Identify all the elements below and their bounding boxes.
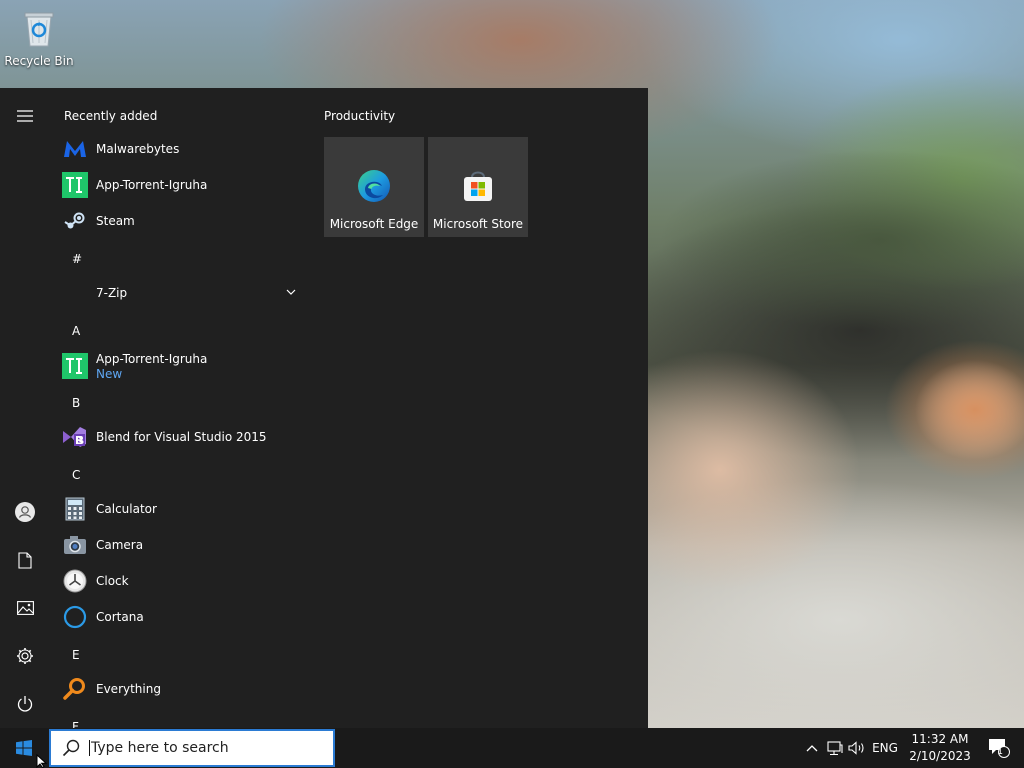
clock-display[interactable]: 11:32 AM 2/10/2023 <box>908 731 972 765</box>
cortana-icon <box>62 604 88 630</box>
volume-button[interactable] <box>846 728 868 768</box>
recycle-bin-shortcut[interactable]: Recycle Bin <box>4 6 74 74</box>
start-menu: Recently added Malwarebytes App-Torrent-… <box>0 88 648 728</box>
document-icon <box>18 551 32 569</box>
tiles-area: Productivity Microsoft Edge Microsoft St… <box>312 88 648 728</box>
taskbar: ENG 11:32 AM 2/10/2023 1 <box>0 728 1024 768</box>
section-letter-hash[interactable]: # <box>72 252 82 266</box>
mouse-cursor-icon <box>36 754 48 768</box>
app-item-cortana[interactable]: Cortana <box>62 599 302 635</box>
volume-icon <box>848 741 864 755</box>
app-torrent-igruha-icon <box>62 172 88 198</box>
section-letter-e[interactable]: E <box>72 648 80 662</box>
network-icon <box>827 740 843 755</box>
tile-microsoft-store[interactable]: Microsoft Store <box>428 137 528 237</box>
tile-microsoft-edge[interactable]: Microsoft Edge <box>324 137 424 237</box>
folder-icon <box>62 280 88 306</box>
account-button[interactable] <box>0 488 50 536</box>
user-icon <box>15 502 35 522</box>
recently-added-header: Recently added <box>64 109 158 123</box>
search-icon <box>62 739 80 757</box>
input-language-indicator[interactable]: ENG <box>870 728 900 768</box>
system-tray: ENG 11:32 AM 2/10/2023 1 <box>794 728 1024 768</box>
app-torrent-igruha-icon <box>62 353 88 379</box>
clock-date: 2/10/2023 <box>909 749 971 763</box>
recycle-bin-icon <box>22 8 56 48</box>
power-button[interactable] <box>0 680 50 728</box>
taskbar-search-box[interactable] <box>49 729 335 767</box>
power-icon <box>17 696 33 712</box>
start-menu-rail <box>0 88 50 728</box>
search-input[interactable] <box>89 740 319 756</box>
app-item-blend[interactable]: Blend for Visual Studio 2015 <box>62 419 302 455</box>
app-item-7-zip[interactable]: 7-Zip <box>62 275 302 311</box>
app-item-clock[interactable]: Clock <box>62 563 302 599</box>
app-item-app-torrent-igruha[interactable]: App-Torrent-Igruha <box>62 167 302 203</box>
new-badge: New <box>96 366 123 381</box>
malwarebytes-icon <box>62 136 88 162</box>
all-apps-list: Recently added Malwarebytes App-Torrent-… <box>50 88 312 728</box>
clock-icon <box>62 568 88 594</box>
pictures-button[interactable] <box>0 584 50 632</box>
store-icon <box>464 171 492 201</box>
recycle-bin-label: Recycle Bin <box>4 54 74 68</box>
app-item-steam[interactable]: Steam <box>62 203 302 239</box>
chevron-down-icon[interactable] <box>286 289 296 295</box>
documents-button[interactable] <box>0 536 50 584</box>
app-item-calculator[interactable]: Calculator <box>62 491 302 527</box>
chevron-up-icon <box>806 745 818 752</box>
section-letter-a[interactable]: A <box>72 324 80 338</box>
blend-icon <box>62 424 88 450</box>
tile-group-title[interactable]: Productivity <box>324 109 395 123</box>
clock-time: 11:32 AM <box>911 732 969 746</box>
everything-icon <box>62 676 88 702</box>
action-center-button[interactable]: 1 <box>982 728 1016 768</box>
expand-menu-button[interactable] <box>0 92 50 140</box>
app-item-app-torrent-igruha-new[interactable]: App-Torrent-Igruha New <box>62 344 302 388</box>
calculator-icon <box>62 496 88 522</box>
hamburger-icon <box>17 110 33 122</box>
windows-logo-icon <box>16 740 32 756</box>
notification-count-badge: 1 <box>997 747 1003 757</box>
section-letter-b[interactable]: B <box>72 396 80 410</box>
gear-icon <box>17 648 33 664</box>
app-item-malwarebytes[interactable]: Malwarebytes <box>62 131 302 167</box>
steam-icon <box>62 208 88 234</box>
show-hidden-icons-button[interactable] <box>802 728 822 768</box>
camera-icon <box>62 532 88 558</box>
app-item-everything[interactable]: Everything <box>62 671 302 707</box>
pictures-icon <box>16 601 34 615</box>
section-letter-f[interactable]: F <box>72 720 79 728</box>
section-letter-c[interactable]: C <box>72 468 80 482</box>
app-item-camera[interactable]: Camera <box>62 527 302 563</box>
network-button[interactable] <box>824 728 846 768</box>
settings-button[interactable] <box>0 632 50 680</box>
edge-icon <box>358 170 390 202</box>
